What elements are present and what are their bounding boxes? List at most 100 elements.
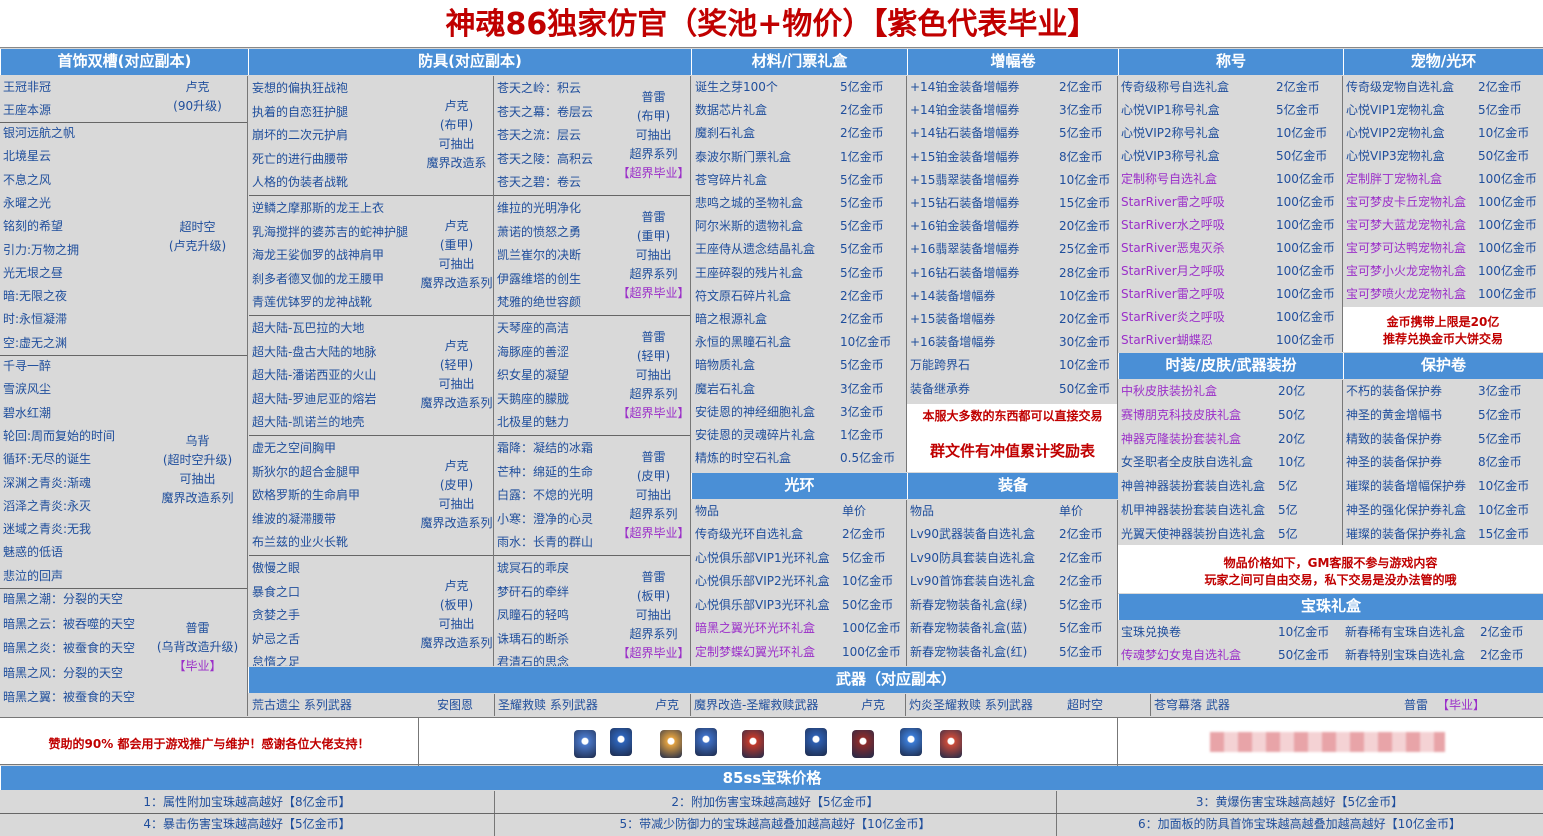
pet-note-1: 金币携带上限是20亿 xyxy=(1386,315,1500,329)
gem85-item: 1：属性附加宝珠越高越好【8亿金币】 xyxy=(143,795,351,809)
amplify-item: +15钻石装备增幅券 xyxy=(910,196,1020,210)
header-protect: 保护卷 xyxy=(1343,353,1543,379)
armor-item: 虚无之空间胸甲 xyxy=(252,441,337,455)
amplify-item: +16翡翠装备增幅券 xyxy=(910,242,1020,257)
character-sprite-icon xyxy=(574,730,596,758)
accessory-note: (超时空升级) xyxy=(162,452,233,467)
header-gem85: 85ss宝珠价格 xyxy=(0,766,1543,790)
amplify-section: +14铂金装备增幅券 2亿金币 +14铂金装备增幅券 3亿金币 +14钻石装备增幅券 5亿… xyxy=(907,76,1118,404)
armor-note: 普雷 xyxy=(641,89,666,104)
weapon-item: 苍穹幕落 武器 xyxy=(1154,698,1230,712)
armor-item: 超大陆-瓦巴拉的大地 xyxy=(252,321,365,335)
armor-note: 可抽出 xyxy=(635,607,672,622)
armor-item: 死亡的进行曲腰带 xyxy=(252,151,349,166)
protect-section: 不朽的装备保护券 3亿金币 神圣的黄金增幅书 5亿金币 精致的装备保护券 5亿金币 神圣的装… xyxy=(1343,380,1543,545)
gem-box-item: 传魂梦幻女鬼自选礼盒 xyxy=(1121,648,1242,662)
material-item: 安徒恩的灵魂碎片礼盒 xyxy=(695,428,816,442)
accessory-item: 滔泽之青炎:永灭 xyxy=(3,498,92,513)
equip-col-item: 物品 xyxy=(910,504,935,518)
material-price: 3亿金币 xyxy=(840,404,884,419)
armor-note: 超界系列 xyxy=(629,146,678,161)
weapon-badge: 【毕业】 xyxy=(1437,698,1486,712)
equip-item: Lv90武器装备自选礼盒 xyxy=(910,527,1036,541)
weapon-item: 荒古遗尘 系列武器 xyxy=(252,698,352,712)
protect-item: 璀璨的装备保护券礼盒 xyxy=(1346,526,1467,541)
material-item: 安徒恩的神经细胞礼盒 xyxy=(695,404,816,419)
material-item: 永恒的黑瞳石礼盒 xyxy=(695,335,792,350)
header-fashion: 时装/皮肤/武器装扮 xyxy=(1118,353,1343,379)
armor-note: 魔界改造系列 xyxy=(420,516,493,530)
armor-item: 刹多者德叉伽的龙王腰甲 xyxy=(252,271,385,286)
armor-note: 可抽出 xyxy=(438,377,475,391)
accessory-item: 魅惑的低语 xyxy=(3,545,64,560)
armor-note: 普雷 xyxy=(641,569,666,584)
title-item: StarRiver雷之呼吸 xyxy=(1121,287,1225,301)
amplify-item: 万能跨界石 xyxy=(910,358,971,373)
header-gem-box: 宝珠礼盒 xyxy=(1118,594,1543,620)
accessory-item: 王冠非冠 xyxy=(3,80,52,94)
pet-item: 宝可梦皮卡丘宠物礼盒 xyxy=(1346,195,1467,209)
material-item: 魔岩石礼盒 xyxy=(695,381,756,396)
armor-note: (重甲) xyxy=(439,238,474,252)
amplify-item: +16装备增幅券 xyxy=(910,335,996,350)
equip-price: 5亿金币 xyxy=(1059,644,1103,659)
accessory-note: 卢克 xyxy=(185,80,210,94)
title-price: 100亿金币 xyxy=(1276,241,1335,255)
armor-note: (皮甲) xyxy=(636,468,671,483)
accessory-item: 北境星云 xyxy=(3,149,52,164)
weapon-dungeon: 安图恩 xyxy=(437,698,474,712)
fashion-section: 中秋皮肤装扮礼盒 20亿 赛博朋克科技皮肤礼盒 50亿 神器克隆装扮套装礼盒 20亿 女圣职… xyxy=(1118,380,1343,545)
accessory-item: 迷域之青炎:无我 xyxy=(3,522,92,537)
fashion-price: 5亿 xyxy=(1278,503,1298,517)
armor-note: 可抽出 xyxy=(635,487,672,502)
title-item: StarRiver月之呼吸 xyxy=(1121,264,1225,278)
armor-item: 贪婪之手 xyxy=(252,608,301,622)
accessory-item: 暗:无限之夜 xyxy=(3,289,68,304)
fashion-price: 5亿 xyxy=(1278,526,1298,541)
armor-note: 【超界毕业】 xyxy=(617,165,690,180)
equip-col-price: 单价 xyxy=(1059,504,1084,518)
armor-note: (布甲) xyxy=(636,108,671,123)
armor-note: (板甲) xyxy=(636,588,671,603)
gem-box-price: 50亿金币 xyxy=(1278,648,1330,662)
material-item: 悲鸣之城的圣物礼盒 xyxy=(695,196,804,210)
aura-item: 暗黑之翼光环光环礼盒 xyxy=(695,621,816,635)
fashion-item: 机甲神器装扮套装自选礼盒 xyxy=(1121,503,1266,517)
header-accessory: 首饰双槽(对应副本) xyxy=(0,49,248,75)
title-price: 2亿金币 xyxy=(1276,80,1320,94)
material-price: 10亿金币 xyxy=(840,335,892,350)
accessory-item: 轮回:周而复始的时间 xyxy=(3,428,116,443)
title-item: StarRiver炎之呼吸 xyxy=(1121,310,1225,324)
aura-price: 5亿金币 xyxy=(842,550,886,565)
material-price: 5亿金币 xyxy=(840,358,884,373)
equip-item: Lv90防具套装自选礼盒 xyxy=(910,550,1036,565)
accessory-item: 王座本源 xyxy=(3,103,52,117)
amplify-price: 25亿金币 xyxy=(1059,242,1111,257)
header-material: 材料/门票礼盒 xyxy=(691,49,907,75)
armor-item: 超大陆-盘古大陆的地脉 xyxy=(252,344,377,359)
fashion-item: 中秋皮肤装扮礼盒 xyxy=(1121,384,1218,398)
title-price: 50亿金币 xyxy=(1276,149,1328,163)
header-equip: 装备 xyxy=(907,473,1118,499)
pet-price: 10亿金币 xyxy=(1478,126,1530,140)
pet-item: 心悦VIP1宠物礼盒 xyxy=(1346,103,1445,117)
material-item: 魔刹石礼盒 xyxy=(695,126,756,141)
armor-item: 斯狄尔的超合金腿甲 xyxy=(252,464,361,479)
amplify-price: 3亿金币 xyxy=(1059,103,1103,118)
accessory-note: 乌背 xyxy=(185,433,210,448)
title-price: 100亿金币 xyxy=(1276,218,1335,232)
material-price: 2亿金币 xyxy=(840,288,884,303)
material-item: 符文原石碎片礼盒 xyxy=(695,288,792,303)
armor-note: 卢克 xyxy=(444,579,469,593)
armor-item: 超大陆-潘诺西亚的火山 xyxy=(252,368,377,382)
title-price: 100亿金币 xyxy=(1276,333,1335,347)
armor-note: 魔界改造系列 xyxy=(420,276,493,290)
character-sprite-icon xyxy=(742,730,764,758)
protect-item: 神圣的强化保护券礼盒 xyxy=(1346,503,1467,517)
armor-note: 可抽出 xyxy=(438,617,475,631)
armor-item: 逆鳞之摩那斯的龙王上衣 xyxy=(252,201,385,215)
armor-note: 【超界毕业】 xyxy=(617,645,690,660)
fashion-price: 20亿 xyxy=(1278,431,1306,446)
accessory-note: 【毕业】 xyxy=(173,659,222,673)
armor-note: 魔界改造系 xyxy=(426,156,487,170)
